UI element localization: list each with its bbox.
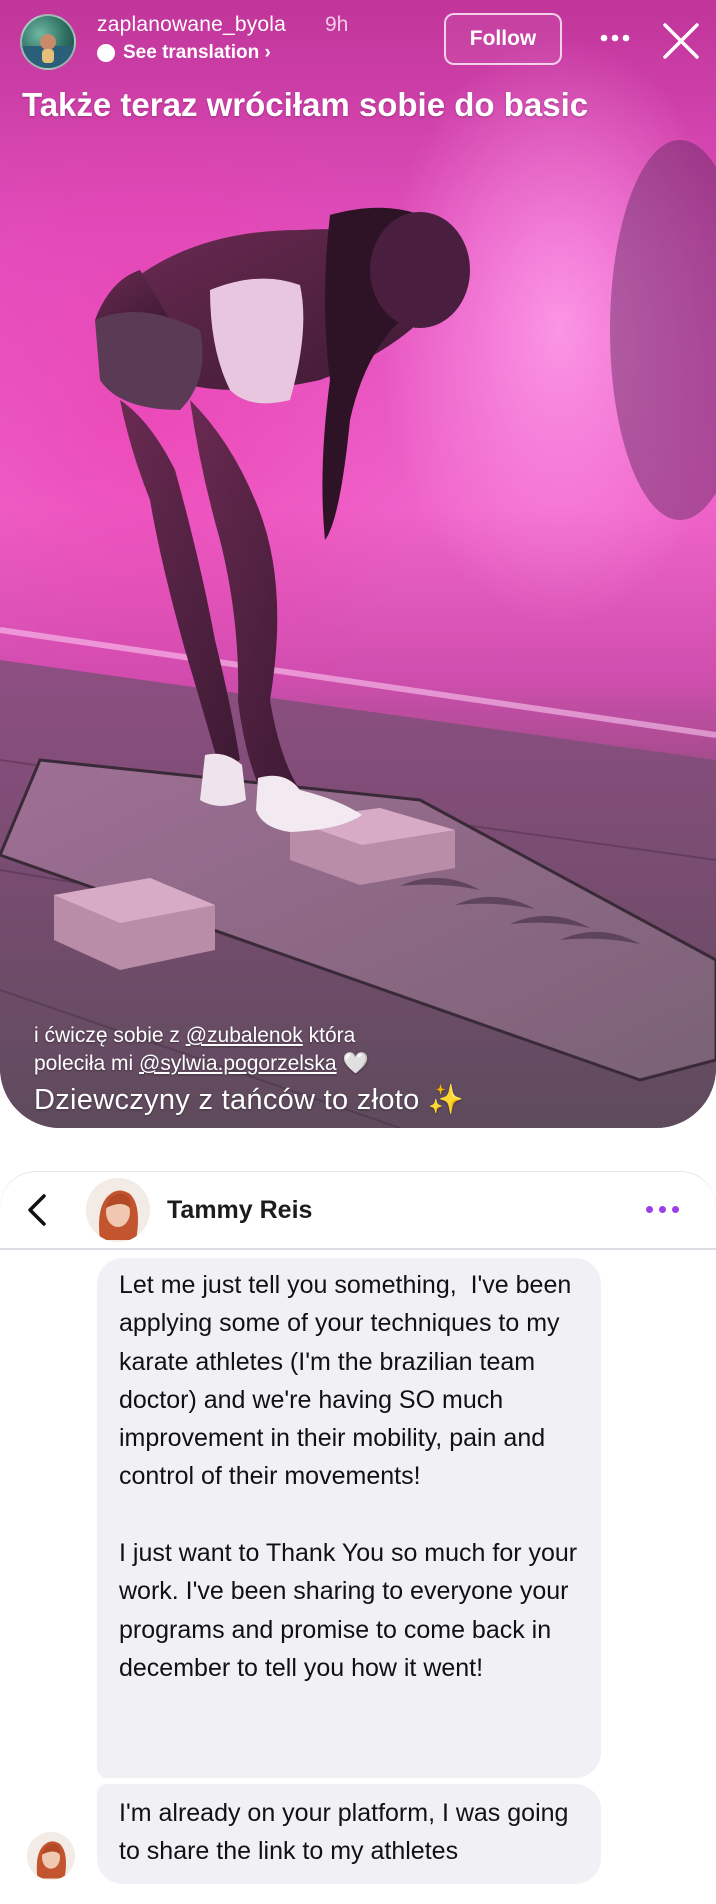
follow-button[interactable]: Follow: [444, 13, 562, 65]
translate-icon: [97, 44, 115, 62]
caption-text: poleciła mi: [34, 1052, 140, 1075]
see-translation-link[interactable]: See translation ›: [97, 42, 271, 64]
story-time: 9h: [325, 13, 349, 36]
mention-link[interactable]: @sylwia.pogorzelska: [139, 1052, 337, 1075]
close-icon[interactable]: [660, 20, 702, 62]
story-author-avatar[interactable]: [20, 14, 76, 70]
story-headline: Także teraz wróciłam sobie do basic: [22, 86, 589, 123]
more-options-icon[interactable]: [640, 1194, 684, 1224]
caption-text: i ćwiczę sobie z: [34, 1024, 186, 1047]
more-icon[interactable]: [595, 18, 635, 58]
mention-link[interactable]: @zubalenok: [186, 1024, 303, 1047]
story-caption: i ćwiczę sobie z @zubalenok która poleci…: [34, 1022, 369, 1078]
story-username[interactable]: zaplanowane_byola: [97, 13, 286, 37]
sender-avatar: [27, 1832, 75, 1880]
story-viewer: zaplanowane_byola 9h See translation › F…: [0, 0, 716, 1128]
chat-panel: Tammy Reis Let me just tell you somethin…: [0, 1172, 716, 1904]
contact-name[interactable]: Tammy Reis: [167, 1196, 312, 1225]
story-caption-large: Dziewczyny z tańców to złoto ✨: [34, 1084, 465, 1116]
back-arrow-icon[interactable]: [20, 1192, 56, 1228]
see-translation-label: See translation ›: [123, 42, 271, 63]
story-header: zaplanowane_byola 9h See translation › F…: [0, 0, 716, 90]
message-bubble[interactable]: I'm already on your platform, I was goin…: [97, 1784, 601, 1884]
caption-text: która: [302, 1024, 356, 1047]
chat-header: Tammy Reis: [0, 1172, 716, 1250]
story-photo: [0, 140, 716, 1128]
message-bubble[interactable]: Let me just tell you something, I've bee…: [97, 1258, 601, 1778]
heart-emoji: 🤍: [342, 1052, 369, 1075]
contact-avatar[interactable]: [86, 1178, 150, 1242]
